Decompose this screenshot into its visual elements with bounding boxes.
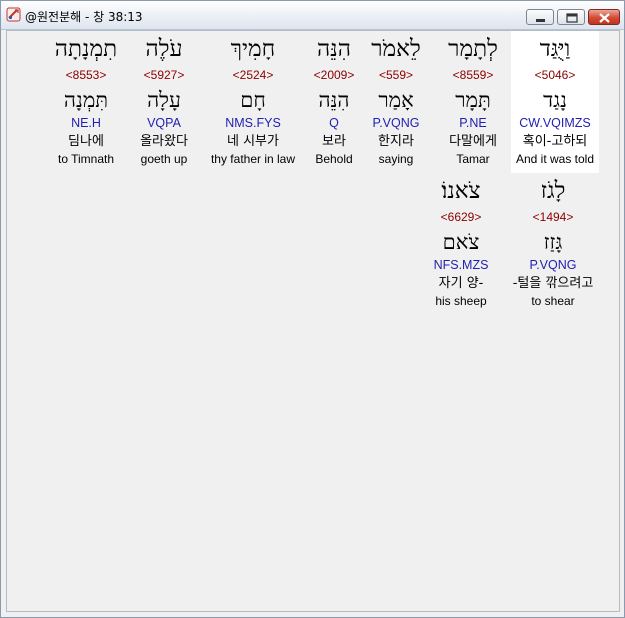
- strong-number: <8553>: [65, 68, 107, 82]
- strong-number: <6629>: [440, 210, 482, 224]
- morphology-code: P.NE: [459, 116, 487, 130]
- english-gloss: to shear: [531, 294, 575, 308]
- english-gloss: Behold: [315, 152, 353, 166]
- korean-gloss: 다말에게: [449, 134, 497, 149]
- minimize-button[interactable]: [526, 9, 554, 25]
- korean-gloss: -털을 깎으려고: [512, 276, 594, 291]
- korean-gloss: 네 시부가: [227, 134, 279, 149]
- hebrew-word: וַיֻּגַּד: [539, 36, 571, 62]
- strong-number: <8559>: [452, 68, 494, 82]
- strong-number: <2009>: [313, 68, 355, 82]
- maximize-icon: [566, 13, 578, 23]
- hebrew-lemma: גָּזַז: [543, 230, 563, 254]
- title-bar[interactable]: @원전분해 - 창 38:13: [1, 1, 624, 30]
- hebrew-word: הִנֵּה: [317, 36, 351, 62]
- analysis-panel: וַיֻּגַּד <5046> נָגַד CW.VQIMZS 혹이-고하되 …: [6, 30, 620, 612]
- korean-gloss: 보라: [322, 134, 346, 149]
- hebrew-lemma: צֹאם: [442, 230, 480, 254]
- app-icon: [6, 7, 21, 22]
- korean-gloss: 딤나에: [68, 134, 104, 149]
- hebrew-word: לֵאמֹר: [371, 36, 421, 62]
- hebrew-lemma: אָמַר: [378, 88, 414, 112]
- word-cell[interactable]: וַיֻּגַּד <5046> נָגַד CW.VQIMZS 혹이-고하되 …: [511, 31, 599, 173]
- hebrew-word: לָגֹז: [540, 178, 566, 204]
- strong-number: <559>: [378, 68, 414, 82]
- morphology-code: P.VQNG: [529, 258, 577, 272]
- hebrew-word: לְתָמָר: [448, 36, 498, 62]
- korean-gloss: 자기 양-: [438, 276, 484, 291]
- english-gloss: And it was told: [515, 152, 595, 166]
- morphology-code: CW.VQIMZS: [519, 116, 591, 130]
- english-gloss: his sheep: [435, 294, 487, 308]
- english-gloss: saying: [378, 152, 414, 166]
- hebrew-lemma: תִּמְנָה: [63, 88, 109, 112]
- hebrew-lemma: עָלָה: [147, 88, 181, 112]
- morphology-code: Q: [329, 116, 339, 130]
- strong-number: <5046>: [534, 68, 576, 82]
- word-cell[interactable]: עֹלֶה <5927> עָלָה VQPA 올라왔다 goeth up: [127, 31, 201, 167]
- hebrew-lemma: הִנֵּה: [318, 88, 350, 112]
- word-cell[interactable]: צֹאנוֹ׃ <6629> צֹאם NFS.MZS 자기 양- his sh…: [421, 173, 501, 309]
- strong-number: <5927>: [143, 68, 185, 82]
- window-title: @원전분해 - 창 38:13: [25, 10, 143, 24]
- english-gloss: to Timnath: [57, 152, 115, 166]
- korean-gloss: 한지라: [378, 134, 414, 149]
- word-cell[interactable]: הִנֵּה <2009> הִנֵּה Q 보라 Behold: [300, 31, 368, 167]
- hebrew-word: חָמִיךְ: [230, 36, 276, 62]
- morphology-code: NMS.FYS: [225, 116, 281, 130]
- minimize-icon: [536, 19, 545, 22]
- strong-number: <2524>: [232, 68, 274, 82]
- english-gloss: Tamar: [456, 152, 490, 166]
- close-icon: [599, 13, 610, 23]
- hebrew-word: צֹאנוֹ׃: [441, 178, 481, 204]
- close-button[interactable]: [588, 9, 620, 25]
- word-cell[interactable]: לֵאמֹר <559> אָמַר P.VQNG 한지라 saying: [356, 31, 436, 167]
- hebrew-word: עֹלֶה: [145, 36, 183, 62]
- maximize-button[interactable]: [557, 9, 585, 25]
- morphology-code: P.VQNG: [372, 116, 420, 130]
- word-cell[interactable]: לְתָמָר <8559> תָּמָר P.NE 다말에게 Tamar: [429, 31, 517, 167]
- word-cell[interactable]: תִמְנָתָה <8553> תִּמְנָה NE.H 딤나에 to Ti…: [45, 31, 127, 167]
- korean-gloss: 올라왔다: [140, 134, 188, 149]
- word-cell[interactable]: חָמִיךְ <2524> חָם NMS.FYS 네 시부가 thy fat…: [203, 31, 303, 167]
- morphology-code: NFS.MZS: [433, 258, 489, 272]
- hebrew-lemma: תָּמָר: [455, 88, 491, 112]
- hebrew-lemma: חָם: [240, 88, 266, 112]
- word-cell[interactable]: לָגֹז <1494> גָּזַז P.VQNG -털을 깎으려고 to s…: [503, 173, 603, 309]
- morphology-code: VQPA: [147, 116, 181, 130]
- app-window: @원전분해 - 창 38:13 וַיֻּגַּד <5046> נָגַד C…: [0, 0, 625, 618]
- english-gloss: thy father in law: [210, 152, 296, 166]
- korean-gloss: 혹이-고하되: [522, 134, 588, 149]
- english-gloss: goeth up: [140, 152, 188, 166]
- strong-number: <1494>: [532, 210, 574, 224]
- hebrew-word: תִמְנָתָה: [54, 36, 118, 62]
- morphology-code: NE.H: [71, 116, 101, 130]
- hebrew-lemma: נָגַד: [543, 88, 567, 112]
